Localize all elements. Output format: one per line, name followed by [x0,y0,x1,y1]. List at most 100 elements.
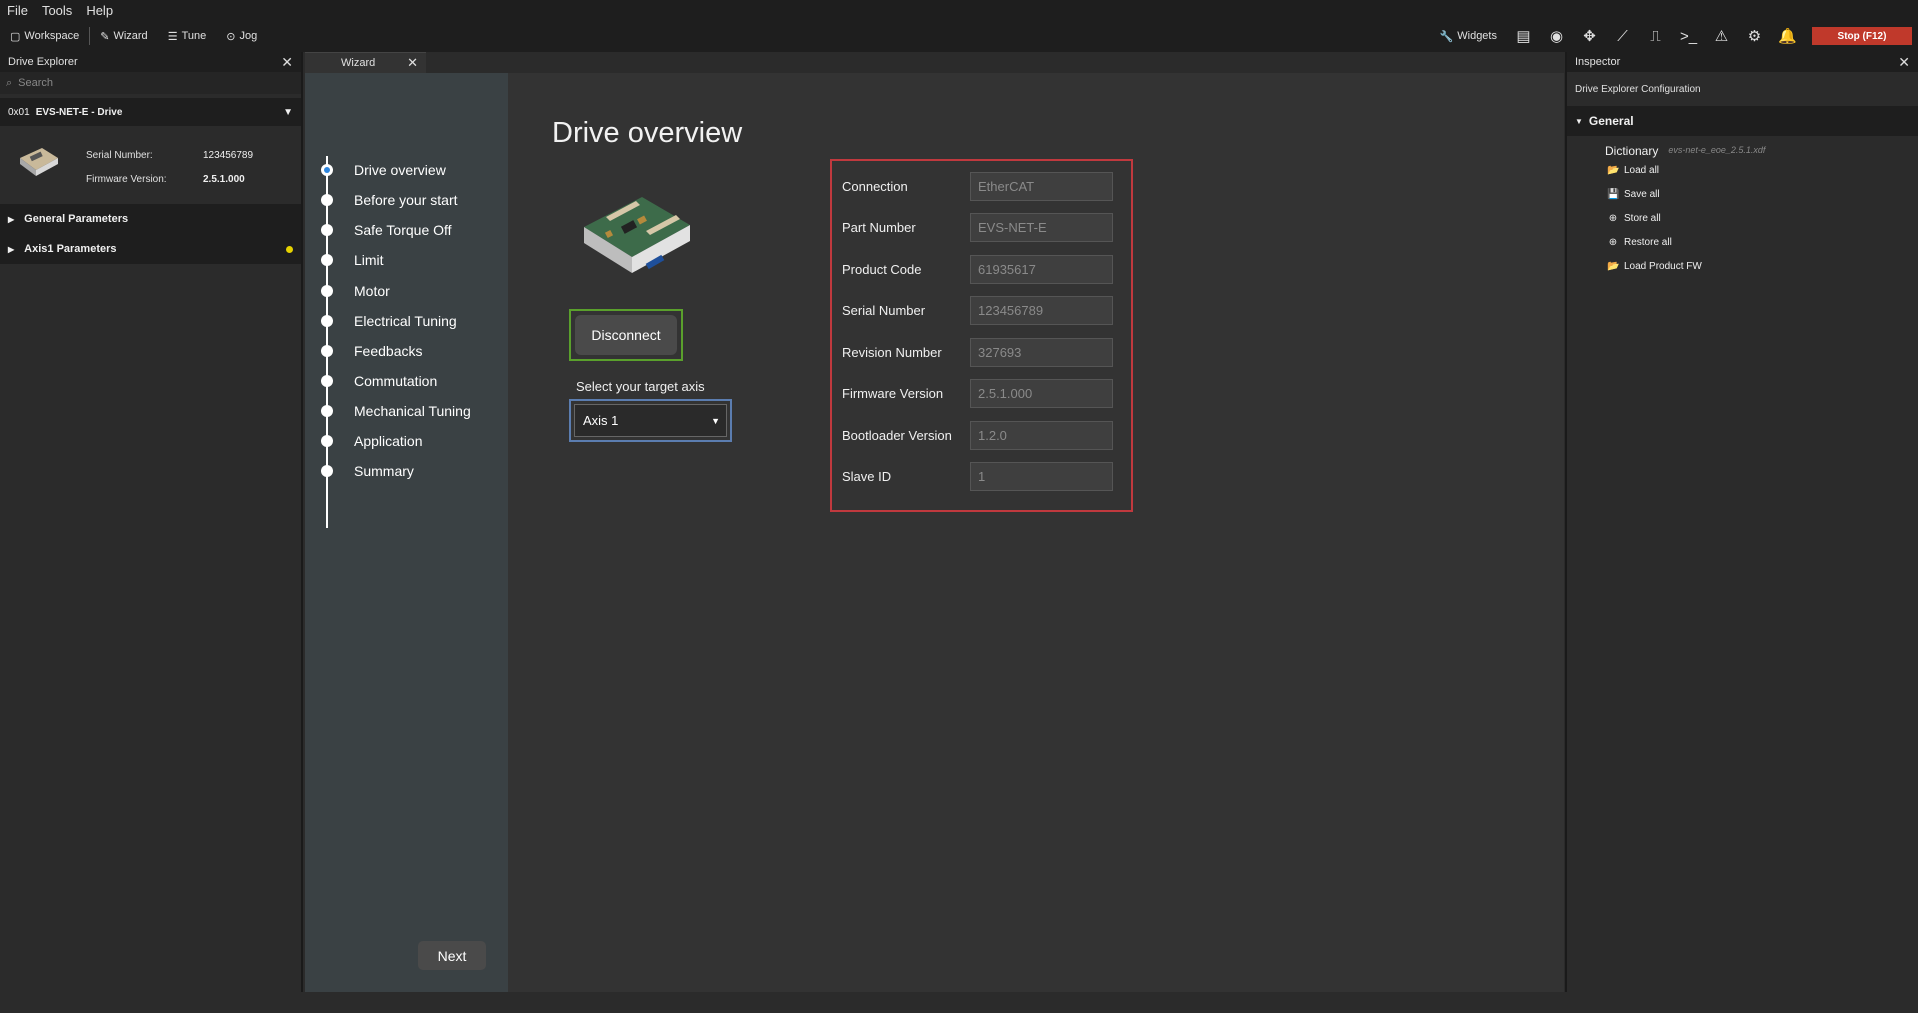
inspector-action[interactable]: ⊕ Store all [1567,206,1918,230]
drive-explorer-header: Drive Explorer ✕ [0,52,301,72]
step-bullet [321,435,333,447]
wizard-step[interactable]: Commutation [305,371,508,391]
wizard-step-label: Summary [354,463,414,479]
wizard-step-label: Commutation [354,373,438,389]
axis-select-frame: Axis 1 ▼ [569,399,732,442]
chevron-down-icon[interactable]: ▼ [283,107,293,118]
info-row: Revision Number 327693 [842,337,1127,367]
active-step-bullet [321,164,333,176]
info-label: Part Number [842,220,916,235]
widgets-button[interactable]: 🔧 Widgets [1430,20,1507,52]
info-row: Bootloader Version 1.2.0 [842,420,1127,450]
info-value-field: 123456789 [970,296,1113,325]
tune-icon: ☰ [167,30,178,43]
next-button[interactable]: Next [418,941,486,970]
axis-select[interactable]: Axis 1 ▼ [574,404,727,437]
close-icon[interactable]: ✕ [407,55,418,71]
jog-icon: ⊙ [226,30,236,43]
info-value-field: 1 [970,462,1113,491]
firmware-version-label: Firmware Version: [86,174,167,185]
firmware-version-value: 2.5.1.000 [203,174,245,185]
serial-number-label: Serial Number: [86,150,153,161]
workspace-label: Workspace [24,30,80,42]
list-icon[interactable]: ▤ [1507,20,1540,52]
stop-button[interactable]: Stop (F12) [1812,27,1912,45]
menu-file[interactable]: File [0,3,35,18]
wizard-step-label: Application [354,433,423,449]
tree-item-label: Axis1 Parameters [24,243,117,255]
tree-item-general-parameters[interactable]: ▶ General Parameters [0,204,301,234]
inspector-action-label: Restore all [1624,236,1672,248]
tune-button[interactable]: ☰ Tune [158,20,217,52]
wizard-panel: Wizard ✕ Drive overview Before your start… [305,52,1564,992]
chevron-right-icon: ▶ [8,214,15,224]
info-label: Revision Number [842,344,942,360]
step-bullet [321,345,333,357]
wizard-step[interactable]: Limit [305,250,508,270]
jog-button[interactable]: ⊙ Jog [216,20,267,52]
info-value-field: 1.2.0 [970,420,1113,450]
close-icon[interactable]: ✕ [281,54,293,71]
drive-device-image [584,197,690,273]
wizard-step-label: Drive overview [354,162,446,178]
chart-icon[interactable]: ⟋ [1606,20,1639,52]
wizard-step[interactable]: Before your start [305,190,508,210]
save-icon: 💾 [1607,188,1620,200]
info-value-field: 2.5.1.000 [970,379,1113,408]
inspector-group-general[interactable]: ▼ General [1567,106,1918,136]
menu-help[interactable]: Help [79,3,120,18]
info-label: Product Code [842,261,922,277]
info-row: Firmware Version 2.5.1.000 [842,379,1127,409]
search-input[interactable]: Search [18,77,53,89]
signal-icon[interactable]: ⎍ [1639,20,1672,52]
tree-item-axis1-parameters[interactable]: ▶ Axis1 Parameters [0,234,301,264]
menu-tools[interactable]: Tools [35,3,79,18]
drive-info-box: Connection EtherCAT Part Number EVS-NET-E Pr… [830,159,1133,512]
dictionary-row: Dictionary evs-net-e_eoe_2.5.1.xdf [1567,136,1918,158]
terminal-icon[interactable]: >_ [1672,20,1705,52]
eye-icon[interactable]: ◉ [1540,20,1573,52]
chevron-down-icon: ▼ [711,415,720,426]
wizard-step[interactable]: Application [305,431,508,451]
wizard-step[interactable]: Summary [305,461,508,481]
step-bullet [321,465,333,477]
wizard-step[interactable]: Mechanical Tuning [305,401,508,421]
inspector-action[interactable]: 💾 Save all [1567,182,1918,206]
wizard-step[interactable]: Drive overview [305,160,508,180]
inspector-action[interactable]: 📂 Load all [1567,158,1918,182]
drive-explorer-title: Drive Explorer [8,56,78,68]
wizard-step-label: Safe Torque Off [354,222,452,238]
wizard-button[interactable]: ✎ Wizard [90,20,157,52]
info-row: Product Code 61935617 [842,254,1127,284]
tab-wizard[interactable]: Wizard ✕ [305,52,426,73]
inspector-action[interactable]: 📂 Load Product FW [1567,254,1918,278]
folder-open-icon: 📂 [1607,260,1620,272]
info-row: Slave ID 1 [842,462,1127,492]
serial-number-value: 123456789 [203,150,254,161]
disconnect-button[interactable]: Disconnect [575,315,677,355]
gear-icon[interactable]: ⚙ [1738,20,1771,52]
axis-select-value: Axis 1 [583,413,619,428]
wizard-step[interactable]: Electrical Tuning [305,311,508,331]
step-bullet [321,224,333,236]
bell-icon[interactable]: 🔔 [1771,20,1804,52]
wizard-step[interactable]: Safe Torque Off [305,220,508,240]
wizard-step[interactable]: Motor [305,281,508,301]
wizard-step-label: Limit [354,252,384,268]
folder-open-icon: 📂 [1607,164,1620,176]
wizard-step[interactable]: Feedbacks [305,341,508,361]
inspector-header: Inspector ✕ [1567,52,1918,72]
workspace-button[interactable]: ▢ Workspace [0,20,89,52]
move-icon[interactable]: ✥ [1573,20,1606,52]
inspector-action[interactable]: ⊕ Restore all [1567,230,1918,254]
plus-circle-icon: ⊕ [1608,212,1618,224]
inspector-panel: Inspector ✕ Drive Explorer Configuration… [1565,52,1918,992]
drive-selector[interactable]: 0x01 EVS-NET-E - Drive ▼ [0,98,301,126]
wizard-step-label: Motor [354,283,390,299]
close-icon[interactable]: ✕ [1898,54,1910,71]
wizard-step-label: Feedbacks [354,343,423,359]
search-field[interactable]: ⌕ Search [0,72,301,94]
wizard-content: Drive overview Disconnect Select your ta… [508,73,1564,992]
step-bullet [321,194,333,206]
warning-icon[interactable]: ⚠ [1705,20,1738,52]
